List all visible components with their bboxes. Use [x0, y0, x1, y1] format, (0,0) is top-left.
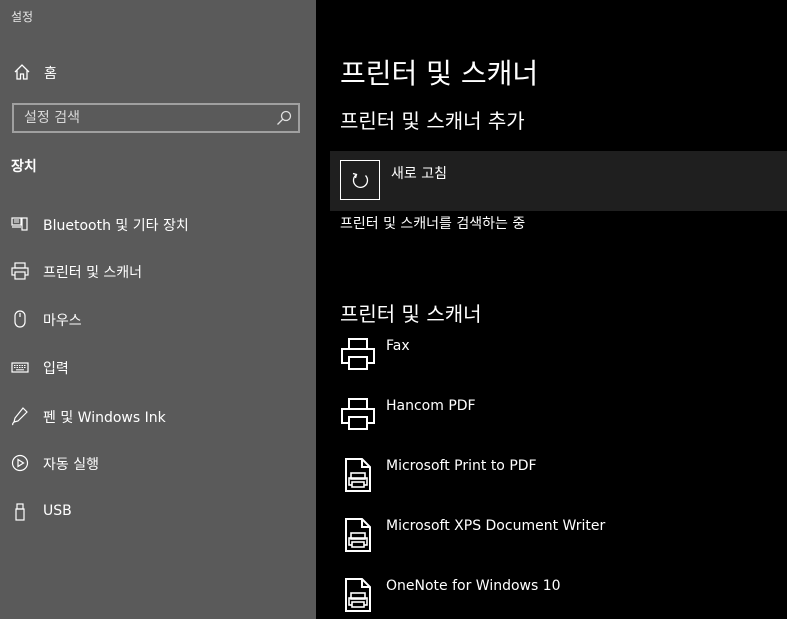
keyboard-icon	[11, 362, 29, 373]
main-content: 프린터 및 스캐너 프린터 및 스캐너 추가 새로 고침 프린터 및 스캐너를 …	[316, 0, 787, 619]
printer-name: Hancom PDF	[386, 398, 476, 414]
home-nav-item[interactable]: 홈	[0, 57, 316, 87]
printer-name: OneNote for Windows 10	[386, 578, 561, 594]
document-printer-icon	[345, 518, 371, 552]
printer-item-fax[interactable]: Fax	[340, 337, 780, 387]
printer-icon	[341, 338, 375, 370]
sidebar-item-autoplay[interactable]: 자동 실행	[0, 443, 316, 483]
sidebar-item-label: USB	[43, 503, 72, 519]
app-title: 설정	[11, 10, 34, 24]
printer-list-heading: 프린터 및 스캐너	[340, 302, 482, 326]
settings-search-input[interactable]	[14, 105, 272, 131]
bluetooth-devices-icon	[11, 217, 28, 231]
refresh-button[interactable]: 새로 고침	[330, 151, 787, 211]
autoplay-icon	[11, 454, 29, 472]
settings-search-box[interactable]	[12, 103, 300, 133]
printer-item-onenote[interactable]: OneNote for Windows 10	[340, 577, 780, 619]
sidebar-item-label: 프린터 및 스캐너	[43, 265, 143, 281]
sidebar-item-mouse[interactable]: 마우스	[0, 299, 316, 339]
sidebar: 설정 홈 장치 Bluetooth 및 기타 장치 프린터 및	[0, 0, 316, 619]
home-label: 홈	[44, 66, 57, 82]
add-printer-heading: 프린터 및 스캐너 추가	[340, 109, 525, 133]
refresh-label: 새로 고침	[391, 166, 447, 182]
page-title: 프린터 및 스캐너	[340, 57, 539, 90]
sidebar-item-label: Bluetooth 및 기타 장치	[43, 218, 189, 234]
searching-status: 프린터 및 스캐너를 검색하는 중	[340, 216, 526, 232]
search-icon[interactable]	[276, 110, 292, 126]
sidebar-item-label: 입력	[43, 361, 69, 377]
sidebar-item-label: 마우스	[43, 313, 82, 329]
printer-item-xps[interactable]: Microsoft XPS Document Writer	[340, 517, 780, 567]
printer-item-hancom[interactable]: Hancom PDF	[340, 397, 780, 447]
printer-name: Microsoft XPS Document Writer	[386, 518, 606, 534]
sidebar-item-label: 펜 및 Windows Ink	[43, 410, 166, 426]
document-printer-icon	[345, 578, 371, 612]
sidebar-item-bluetooth[interactable]: Bluetooth 및 기타 장치	[0, 204, 316, 244]
sidebar-item-pen[interactable]: 펜 및 Windows Ink	[0, 396, 316, 436]
sidebar-item-input[interactable]: 입력	[0, 347, 316, 387]
printer-icon	[341, 398, 375, 430]
document-printer-icon	[345, 458, 371, 492]
sidebar-item-usb[interactable]: USB	[0, 492, 316, 532]
sidebar-item-printers[interactable]: 프린터 및 스캐너	[0, 251, 316, 291]
usb-icon	[15, 503, 25, 521]
home-icon	[14, 64, 30, 80]
printer-icon	[11, 262, 29, 280]
printer-name: Fax	[386, 338, 410, 354]
printer-name: Microsoft Print to PDF	[386, 458, 537, 474]
refresh-icon-box	[340, 160, 380, 200]
mouse-icon	[14, 310, 26, 328]
section-label-devices: 장치	[11, 159, 37, 175]
pen-icon	[12, 407, 28, 426]
printer-item-ms-pdf[interactable]: Microsoft Print to PDF	[340, 457, 780, 507]
sidebar-item-label: 자동 실행	[43, 457, 99, 473]
refresh-icon	[352, 172, 369, 189]
